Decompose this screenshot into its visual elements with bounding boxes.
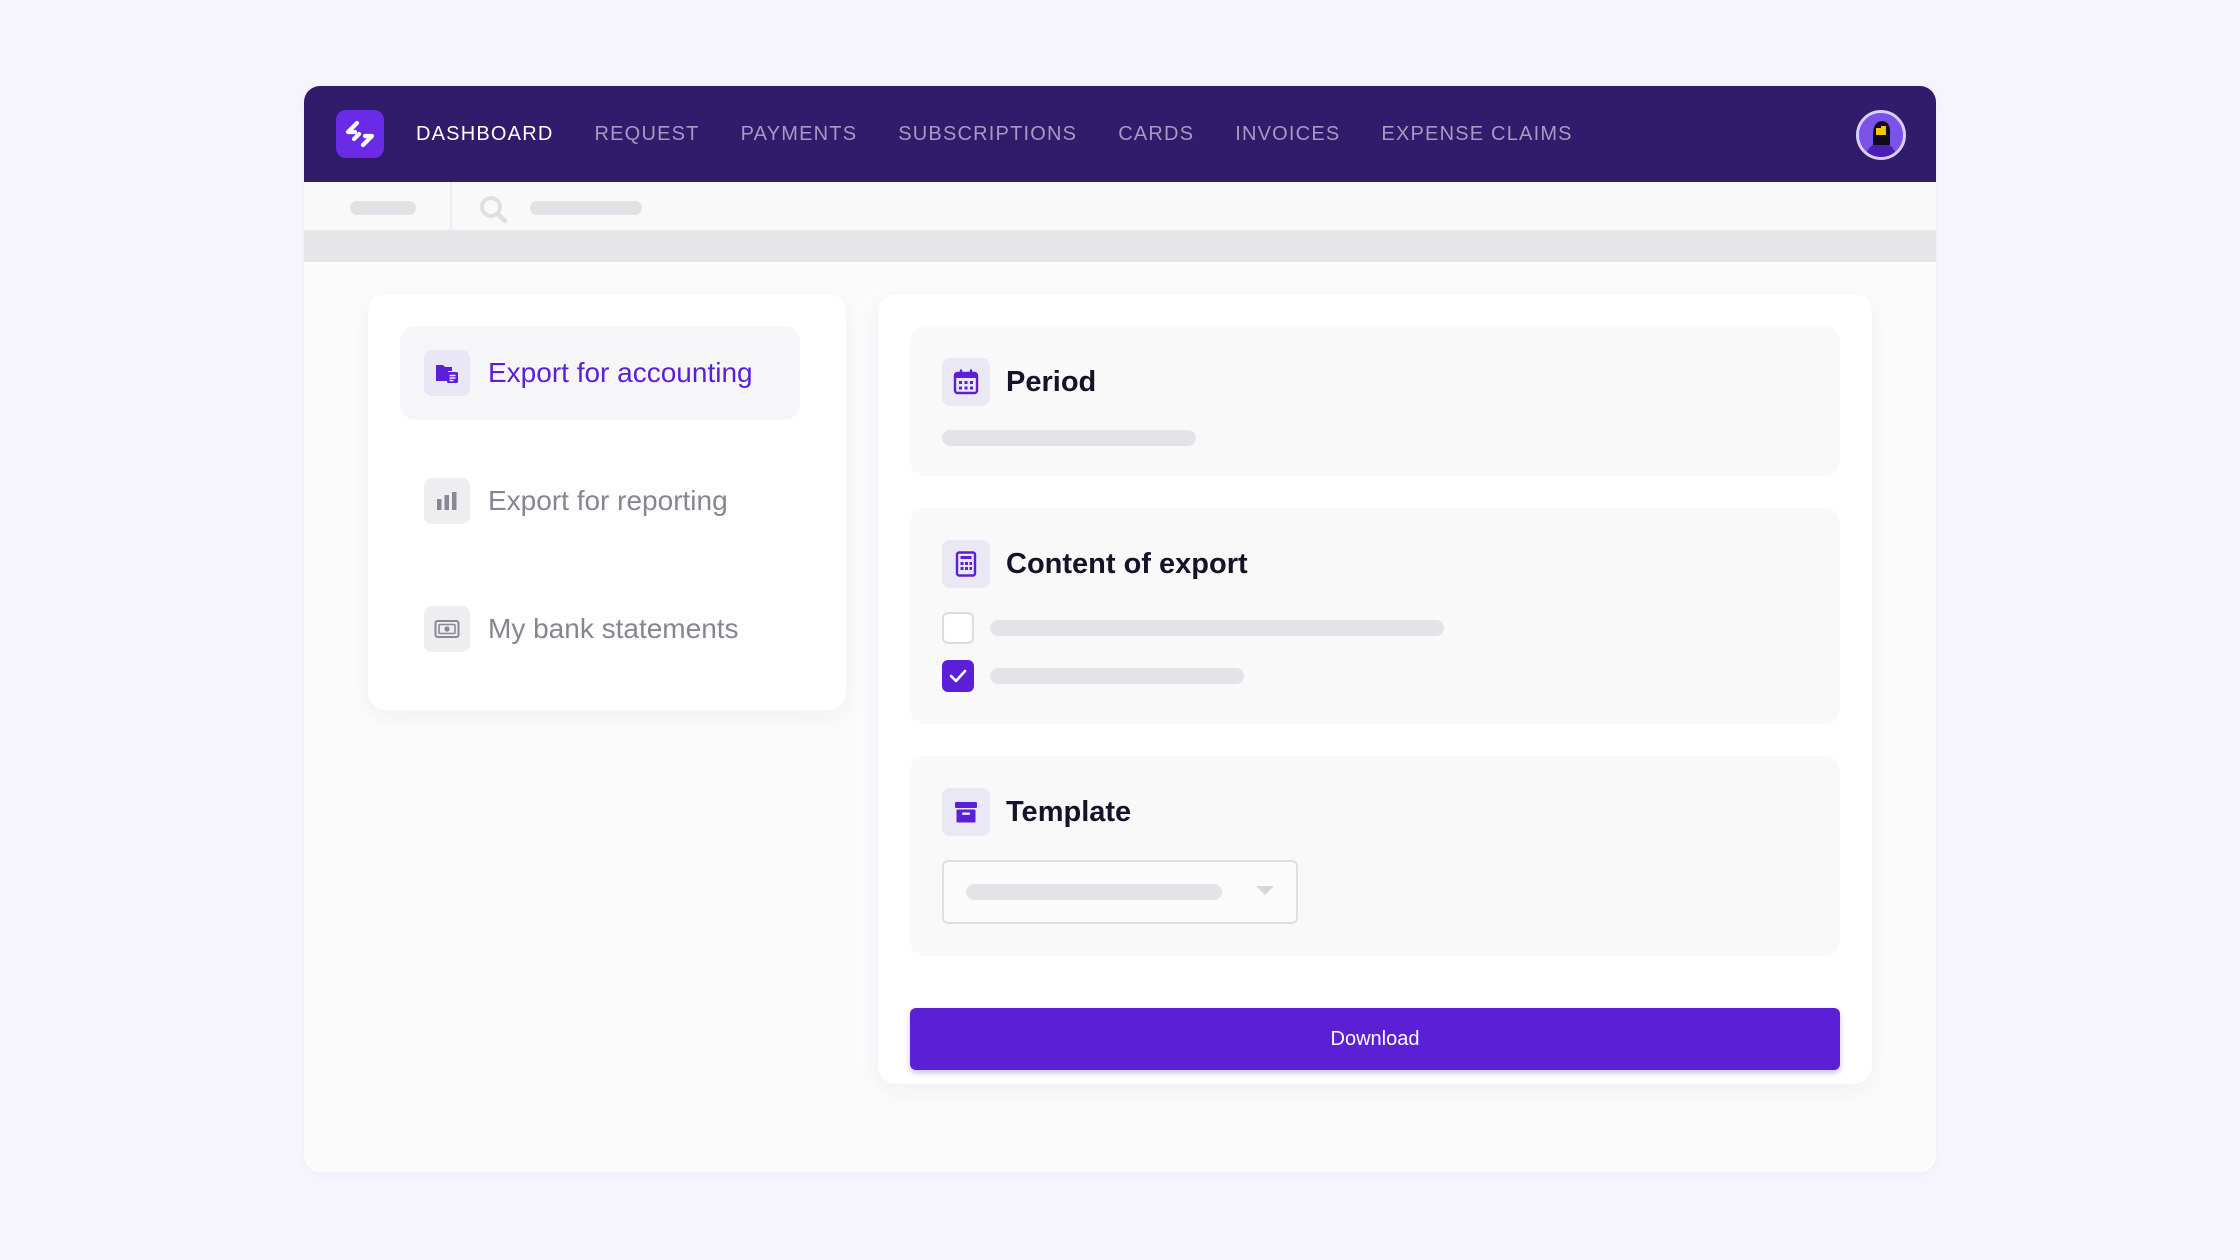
app-logo-icon[interactable] <box>336 110 384 158</box>
period-header: Period <box>942 358 1096 406</box>
nav-item-cards[interactable]: CARDS <box>1118 123 1194 146</box>
nav-item-payments[interactable]: PAYMENTS <box>741 123 858 146</box>
sidebar-item-export-reporting[interactable]: Export for reporting <box>400 454 800 548</box>
nav-item-request[interactable]: REQUEST <box>595 123 700 146</box>
toolbar-placeholder <box>350 201 416 215</box>
app-window: DASHBOARD REQUEST PAYMENTS SUBSCRIPTIONS… <box>304 86 1936 1172</box>
download-button[interactable]: Download <box>910 1008 1840 1070</box>
content-option-2-checkbox[interactable] <box>942 660 974 692</box>
sidebar-item-export-accounting[interactable]: Export for accounting <box>400 326 800 420</box>
period-picker-placeholder[interactable] <box>942 430 1196 446</box>
content-option-1-label <box>990 620 1444 636</box>
sidebar-item-label: Export for reporting <box>488 485 728 516</box>
nav-item-subscriptions[interactable]: SUBSCRIPTIONS <box>898 123 1077 146</box>
chevron-down-icon <box>1256 886 1274 895</box>
content-section: Content of export <box>910 508 1840 724</box>
search-icon[interactable] <box>478 194 510 226</box>
calendar-icon <box>942 358 990 406</box>
nav-item-invoices[interactable]: INVOICES <box>1235 123 1340 146</box>
sidebar-item-label: My bank statements <box>488 613 739 644</box>
nav-item-expense-claims[interactable]: EXPENSE CLAIMS <box>1381 123 1572 146</box>
period-title: Period <box>1006 365 1097 398</box>
sub-toolbar <box>304 182 1936 230</box>
sidebar-item-label: Export for accounting <box>488 357 753 388</box>
folder-document-icon <box>424 350 470 396</box>
export-sidebar: Export for accounting Export for reporti… <box>368 294 846 710</box>
banknote-icon <box>424 606 470 652</box>
template-section: Template <box>910 756 1840 956</box>
content-option-1-checkbox[interactable] <box>942 612 974 644</box>
template-title: Template <box>1006 795 1132 828</box>
nav-item-dashboard[interactable]: DASHBOARD <box>416 123 554 146</box>
content-title: Content of export <box>1006 547 1248 580</box>
content-option-2-label <box>990 668 1244 684</box>
archive-box-icon <box>942 788 990 836</box>
toolbar-divider <box>450 182 452 230</box>
header-separator-bar <box>304 230 1936 262</box>
spreadsheet-icon <box>942 540 990 588</box>
export-form: Period Content of export Template Downlo… <box>878 294 1872 1084</box>
sidebar-item-bank-statements[interactable]: My bank statements <box>400 582 800 676</box>
checkmark-icon <box>949 669 967 683</box>
bar-chart-icon <box>424 478 470 524</box>
top-navigation: DASHBOARD REQUEST PAYMENTS SUBSCRIPTIONS… <box>304 86 1936 182</box>
search-input-placeholder[interactable] <box>530 201 642 215</box>
template-select[interactable] <box>942 860 1298 924</box>
template-header: Template <box>942 788 1131 836</box>
nav-menu: DASHBOARD REQUEST PAYMENTS SUBSCRIPTIONS… <box>416 86 1614 182</box>
content-header: Content of export <box>942 540 1248 588</box>
period-section: Period <box>910 326 1840 476</box>
user-avatar[interactable] <box>1856 110 1906 160</box>
template-select-value-placeholder <box>966 884 1222 900</box>
